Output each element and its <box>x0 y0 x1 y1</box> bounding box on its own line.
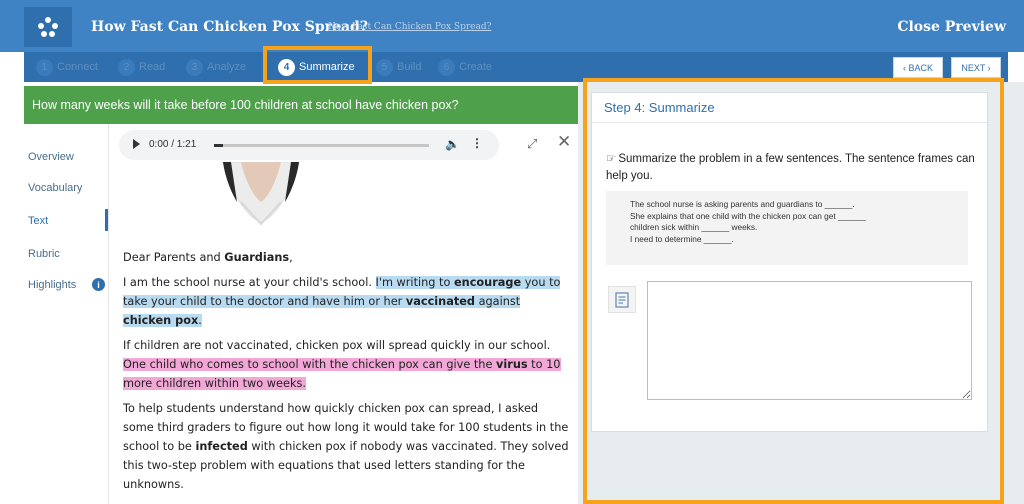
step-tab-create[interactable]: 6 Create <box>438 52 492 82</box>
vocab-encourage[interactable]: encourage <box>454 276 521 289</box>
step-number: 2 <box>118 58 135 76</box>
greeting-punctuation: , <box>289 251 293 264</box>
more-options-icon[interactable]: ⋮ <box>471 136 483 150</box>
sidebar-item-vocabulary[interactable]: Vocabulary <box>28 182 82 194</box>
summarize-panel: Step 4: Summarize ☞ Summarize the problem… <box>591 92 988 432</box>
audio-player[interactable]: 0:00 / 1:21 🔈 ⋮ <box>119 130 499 160</box>
letter-greeting: Dear Parents and Guardians, <box>123 248 571 267</box>
sentence-frame: She explains that one child with the chi… <box>630 210 866 221</box>
step-label: Analyze <box>207 61 247 73</box>
audio-progress-track[interactable] <box>214 144 429 147</box>
instruction-text: ☞ Summarize the problem in a few sentence… <box>606 151 978 185</box>
summary-textarea[interactable] <box>648 282 971 399</box>
volume-icon[interactable]: 🔈 <box>445 137 460 151</box>
close-preview-button[interactable]: Close Preview <box>897 19 1006 35</box>
step-navigation: 1 Connect 2 Read 3 Analyze 4 Summarize 5 Buil… <box>24 52 1008 82</box>
step-label: Summarize <box>299 61 355 73</box>
letter-text: Dear Parents and Guardians, I am the sch… <box>123 248 571 500</box>
audio-progress-fill <box>214 144 223 147</box>
sentence-frame: The school nurse is asking parents and g… <box>630 199 855 209</box>
next-button[interactable]: NEXT › <box>951 57 1001 78</box>
highlight-text: against <box>475 295 521 308</box>
instruction-label: Summarize the problem in a few sentences… <box>606 153 975 182</box>
panel-title: Step 4: Summarize <box>592 93 987 123</box>
sidebar-item-text[interactable]: Text <box>28 215 48 227</box>
greeting-text: Dear Parents and <box>123 251 225 264</box>
sidebar-item-overview[interactable]: Overview <box>28 151 74 163</box>
app-logo-icon[interactable] <box>24 7 72 47</box>
step-number: 6 <box>438 58 455 76</box>
step-tab-build[interactable]: 5 Build <box>376 52 421 82</box>
breadcrumb-link[interactable]: How Fast Can Chicken Pox Spread? <box>328 22 491 32</box>
step-label: Connect <box>57 61 98 73</box>
reading-pane: 0:00 / 1:21 🔈 ⋮ ⤢ ✕ Dear Parents and Gua… <box>108 124 578 504</box>
nurse-photo <box>201 161 321 232</box>
step-number: 5 <box>376 58 393 76</box>
summary-answer-field[interactable] <box>647 281 972 400</box>
vocab-virus[interactable]: virus <box>496 358 528 371</box>
title-bar: How Fast Can Chicken Pox Spread? How Fas… <box>0 0 1024 52</box>
close-icon[interactable]: ✕ <box>557 132 571 152</box>
question-banner: How many weeks will it take before 100 c… <box>24 86 578 124</box>
paragraph-text: I am the school nurse at your child's sc… <box>123 276 376 289</box>
step-tab-connect[interactable]: 1 Connect <box>36 52 98 82</box>
pointing-hand-icon: ☞ <box>606 153 617 165</box>
step-tab-analyze[interactable]: 3 Analyze <box>186 52 246 82</box>
step-number: 1 <box>36 58 53 76</box>
highlight-pink[interactable]: One child who comes to school with the c… <box>123 358 561 390</box>
sentence-frame: I need to determine ______. <box>630 233 734 244</box>
paragraph-text: If children are not vaccinated, chicken … <box>123 339 551 352</box>
sidebar-item-rubric[interactable]: Rubric <box>28 248 60 260</box>
step-number: 4 <box>278 58 295 76</box>
vocab-chicken-pox[interactable]: chicken pox <box>123 314 198 327</box>
step-number: 3 <box>186 58 203 76</box>
letter-paragraph-3: To help students understand how quickly … <box>123 399 571 494</box>
vocab-guardians[interactable]: Guardians <box>224 251 289 264</box>
highlight-text: I'm writing to <box>375 276 454 289</box>
vocab-vaccinated[interactable]: vaccinated <box>406 295 475 308</box>
page-title: How Fast Can Chicken Pox Spread? <box>91 19 369 35</box>
audio-time: 0:00 / 1:21 <box>149 139 197 150</box>
letter-paragraph-1: I am the school nurse at your child's sc… <box>123 273 571 330</box>
sidebar-item-highlights[interactable]: Highlights <box>28 279 76 291</box>
sentence-frame: children sick within ______ weeks. <box>630 222 758 232</box>
step-tab-read[interactable]: 2 Read <box>118 52 165 82</box>
expand-icon[interactable]: ⤢ <box>527 136 537 152</box>
step-tab-summarize[interactable]: 4 Summarize <box>278 52 355 82</box>
letter-paragraph-2: If children are not vaccinated, chicken … <box>123 336 571 393</box>
step-label: Build <box>397 61 422 73</box>
step-label: Create <box>459 61 493 73</box>
sidebar: Overview Vocabulary Text Rubric Highligh… <box>24 124 108 504</box>
back-button[interactable]: ‹ BACK <box>893 57 943 78</box>
sentence-frames: The school nurse is asking parents and g… <box>606 191 968 265</box>
notes-icon[interactable] <box>608 286 636 313</box>
highlight-text: . <box>198 314 202 327</box>
info-icon[interactable]: i <box>92 278 105 291</box>
highlight-text: One child who comes to school with the c… <box>123 358 497 371</box>
play-icon[interactable] <box>133 139 140 149</box>
step-label: Read <box>139 61 166 73</box>
vocab-infected[interactable]: infected <box>195 440 247 453</box>
